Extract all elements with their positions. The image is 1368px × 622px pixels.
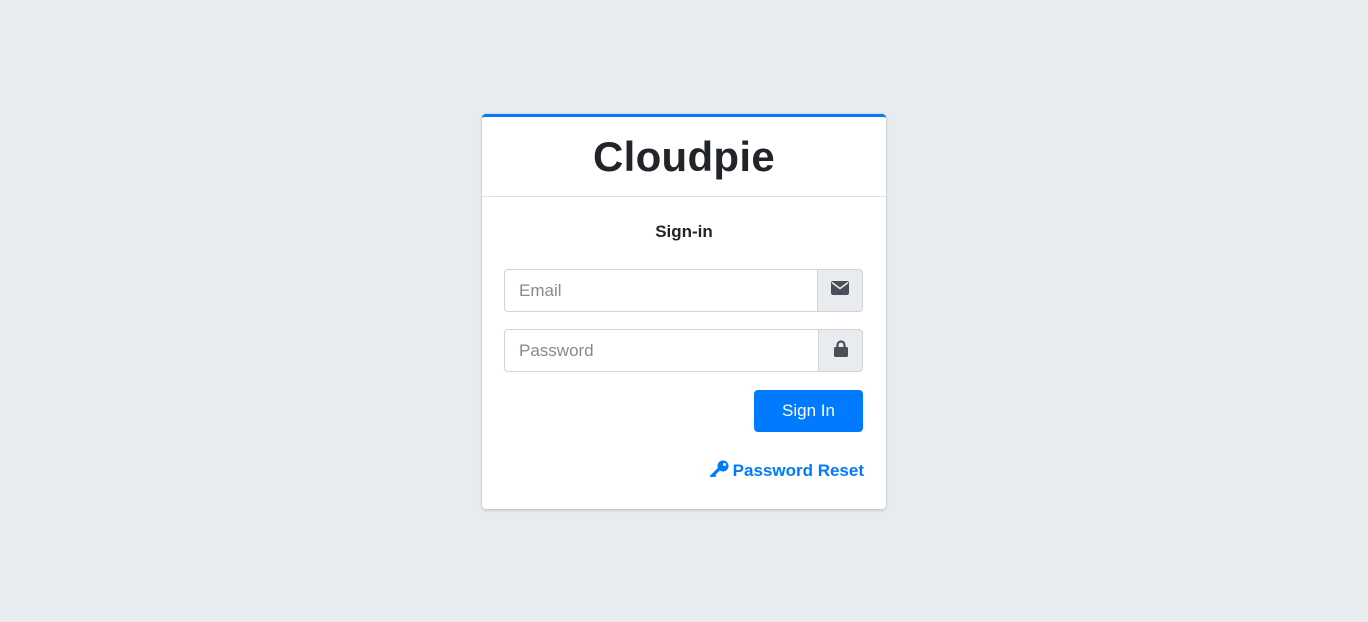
sign-in-button[interactable]: Sign In: [754, 390, 863, 432]
brand-title[interactable]: Cloudpie: [593, 133, 775, 180]
password-reset-link[interactable]: Password Reset: [709, 460, 864, 482]
password-input[interactable]: [504, 329, 818, 372]
key-icon: [709, 460, 729, 482]
password-reset-label: Password Reset: [732, 461, 864, 480]
email-addon: [817, 269, 863, 312]
password-input-group: [504, 329, 863, 372]
login-card: Cloudpie Sign-in Email Sign In Password …: [482, 114, 886, 509]
card-header: Cloudpie: [482, 117, 886, 197]
email-input[interactable]: [504, 269, 817, 312]
login-message: Sign-in: [655, 222, 713, 241]
lock-icon: [833, 339, 848, 362]
password-addon: [818, 329, 863, 372]
envelope-icon: [831, 281, 849, 300]
email-input-group: [504, 269, 863, 312]
